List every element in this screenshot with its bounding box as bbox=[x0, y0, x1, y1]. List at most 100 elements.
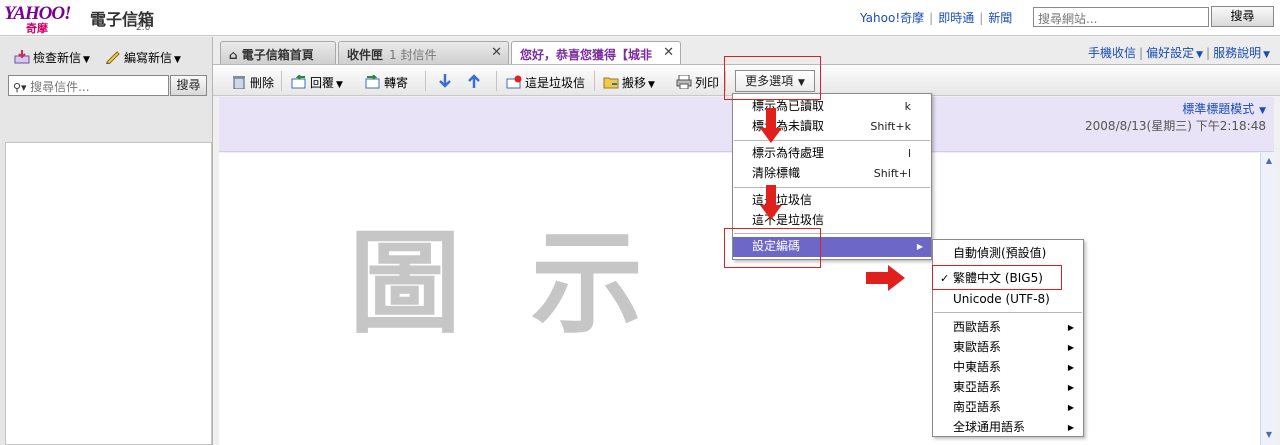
encoding-eastern-europe[interactable]: 東歐語系 ▶ bbox=[933, 338, 1083, 358]
submenu-item-label: 東亞語系 bbox=[953, 380, 1002, 394]
top-links: Yahoo!奇摩 | 即時通 | 新聞 bbox=[860, 9, 1012, 26]
web-search-button[interactable]: 搜尋 bbox=[1211, 6, 1274, 27]
submenu-item-label: 西歐語系 bbox=[953, 320, 1002, 334]
logo-sub-text: 奇摩 bbox=[26, 22, 48, 35]
message-date: 2008/8/13(星期三) 下午2:18:48 bbox=[1085, 119, 1266, 133]
reply-icon bbox=[291, 75, 306, 89]
chevron-down-icon: ▼ bbox=[1256, 106, 1266, 116]
close-icon[interactable]: ✕ bbox=[491, 45, 502, 60]
tab-label: 電子信箱首頁 bbox=[241, 48, 314, 62]
divider bbox=[425, 71, 426, 91]
encoding-universal[interactable]: 全球通用語系 ▶ bbox=[933, 418, 1083, 438]
encoding-western-europe[interactable]: 西歐語系 ▶ bbox=[933, 318, 1083, 338]
top-link-yahoo[interactable]: Yahoo!奇摩 bbox=[860, 11, 924, 25]
scroll-up-icon[interactable]: ▲ bbox=[1263, 155, 1275, 167]
menu-item-flag[interactable]: 標示為待處理 l bbox=[733, 144, 931, 164]
preferences-link[interactable]: 偏好設定 bbox=[1146, 46, 1194, 60]
message-scrollbar[interactable]: ▲ ▼ bbox=[1260, 153, 1276, 445]
help-link[interactable]: 服務說明 bbox=[1213, 46, 1261, 60]
compose-label: 編寫新信 bbox=[124, 51, 173, 65]
annotation-box-more-options bbox=[724, 56, 821, 100]
move-button[interactable]: 搬移 ▼ bbox=[603, 74, 655, 91]
reply-label: 回覆 bbox=[310, 76, 335, 90]
arrow-down-icon bbox=[439, 74, 451, 88]
yahoo-mail-logo[interactable]: YAHOO! 奇摩 電子信箱 2.0 bbox=[4, 3, 154, 35]
previous-message-button[interactable] bbox=[466, 74, 485, 89]
check-mail-label: 檢查新信 bbox=[33, 51, 82, 65]
home-icon: ⌂ bbox=[229, 48, 242, 62]
check-mail-button[interactable]: 檢查新信 ▼ bbox=[14, 49, 90, 66]
scroll-down-icon[interactable]: ▼ bbox=[1263, 429, 1275, 441]
header-mode-toggle[interactable]: 標準標題模式 ▼ bbox=[1182, 100, 1266, 117]
encoding-middle-east[interactable]: 中東語系 ▶ bbox=[933, 358, 1083, 378]
print-button[interactable]: 列印 bbox=[676, 74, 719, 91]
divider bbox=[594, 71, 595, 91]
search-icon: ⚲▾ bbox=[13, 81, 31, 94]
red-arrow-right-icon bbox=[866, 265, 905, 291]
spam-icon bbox=[506, 75, 522, 89]
mail-search-button[interactable]: 搜尋 bbox=[170, 75, 207, 96]
menu-item-shortcut: k bbox=[904, 100, 911, 113]
menu-item-shortcut: Shift+l bbox=[873, 167, 911, 180]
encoding-east-asia[interactable]: 東亞語系 ▶ bbox=[933, 378, 1083, 398]
mobile-mail-link[interactable]: 手機收信 bbox=[1088, 46, 1136, 60]
tab-label: 您好，恭喜您獲得【城非 bbox=[520, 48, 653, 62]
print-label: 列印 bbox=[695, 76, 720, 90]
mail-search-input[interactable]: ⚲▾ 搜尋信件... bbox=[8, 75, 169, 96]
forward-button[interactable]: 轉寄 bbox=[365, 74, 408, 91]
left-panel: 檢查新信 ▼ 編寫新信 ▼ ⚲▾ 搜尋信件... 搜尋 bbox=[0, 37, 213, 445]
chevron-down-icon: ▼ bbox=[1196, 50, 1204, 60]
tab-mail-home[interactable]: ⌂ 電子信箱首頁 bbox=[220, 41, 336, 64]
spam-button[interactable]: 這是垃圾信 bbox=[506, 74, 585, 91]
submenu-item-label: 東歐語系 bbox=[953, 340, 1002, 354]
forward-label: 轉寄 bbox=[384, 76, 409, 90]
folder-list bbox=[5, 142, 212, 445]
folder-icon bbox=[603, 77, 619, 89]
spam-label: 這是垃圾信 bbox=[525, 76, 586, 90]
divider: | bbox=[929, 11, 934, 25]
printer-icon bbox=[676, 75, 692, 89]
submenu-item-label: 南亞語系 bbox=[953, 400, 1002, 414]
tab-inbox[interactable]: 收件匣 1 封信件 ✕ bbox=[338, 41, 509, 64]
submenu-arrow-icon: ▶ bbox=[916, 242, 923, 251]
submenu-arrow-icon: ▶ bbox=[1067, 343, 1074, 352]
reply-button[interactable]: 回覆 ▼ bbox=[291, 74, 343, 91]
move-label: 搬移 bbox=[622, 76, 647, 90]
chevron-down-icon: ▼ bbox=[1263, 50, 1270, 60]
divider: | bbox=[979, 11, 984, 25]
tab-count: 1 封信件 bbox=[389, 48, 437, 62]
annotation-box-set-encoding bbox=[724, 228, 821, 268]
submenu-arrow-icon: ▶ bbox=[1067, 383, 1074, 392]
next-message-button[interactable] bbox=[437, 74, 456, 89]
tab-message[interactable]: 您好，恭喜您獲得【城非 ✕ bbox=[511, 41, 681, 65]
encoding-auto-detect[interactable]: 自動偵測(預設值) bbox=[933, 244, 1083, 264]
forward-icon bbox=[365, 75, 380, 89]
trash-icon bbox=[233, 76, 245, 89]
product-version: 2.0 bbox=[136, 23, 151, 33]
close-icon[interactable]: ✕ bbox=[663, 45, 674, 60]
delete-label: 刪除 bbox=[250, 76, 275, 90]
submenu-item-label: 全球通用語系 bbox=[953, 420, 1026, 434]
submenu-arrow-icon: ▶ bbox=[1067, 423, 1074, 432]
delete-button[interactable]: 刪除 bbox=[231, 74, 274, 91]
top-header: YAHOO! 奇摩 電子信箱 2.0 Yahoo!奇摩 | 即時通 | 新聞 搜尋網站.… bbox=[0, 0, 1280, 36]
watermark-text: 圖示 bbox=[349, 219, 713, 349]
menu-item-label: 清除標幟 bbox=[752, 166, 801, 180]
divider bbox=[281, 71, 282, 91]
tab-label: 收件匣 bbox=[347, 48, 384, 62]
submenu-item-label: 自動偵測(預設值) bbox=[953, 246, 1047, 260]
arrow-up-icon bbox=[468, 74, 480, 88]
top-link-news[interactable]: 新聞 bbox=[988, 11, 1012, 25]
menu-item-clear-flag[interactable]: 清除標幟 Shift+l bbox=[733, 164, 931, 184]
header-mode-label: 標準標題模式 bbox=[1182, 102, 1255, 116]
encoding-south-asia[interactable]: 南亞語系 ▶ bbox=[933, 398, 1083, 418]
chevron-down-icon: ▼ bbox=[83, 55, 90, 65]
compose-button[interactable]: 編寫新信 ▼ bbox=[105, 49, 181, 66]
web-search-input[interactable]: 搜尋網站... bbox=[1033, 7, 1209, 27]
chevron-down-icon: ▼ bbox=[336, 80, 343, 90]
top-link-messenger[interactable]: 即時通 bbox=[938, 11, 974, 25]
submenu-arrow-icon: ▶ bbox=[1067, 403, 1074, 412]
chevron-down-icon: ▼ bbox=[174, 55, 181, 65]
encoding-utf8[interactable]: Unicode (UTF-8) bbox=[933, 290, 1083, 310]
annotation-box-big5 bbox=[932, 265, 1062, 290]
